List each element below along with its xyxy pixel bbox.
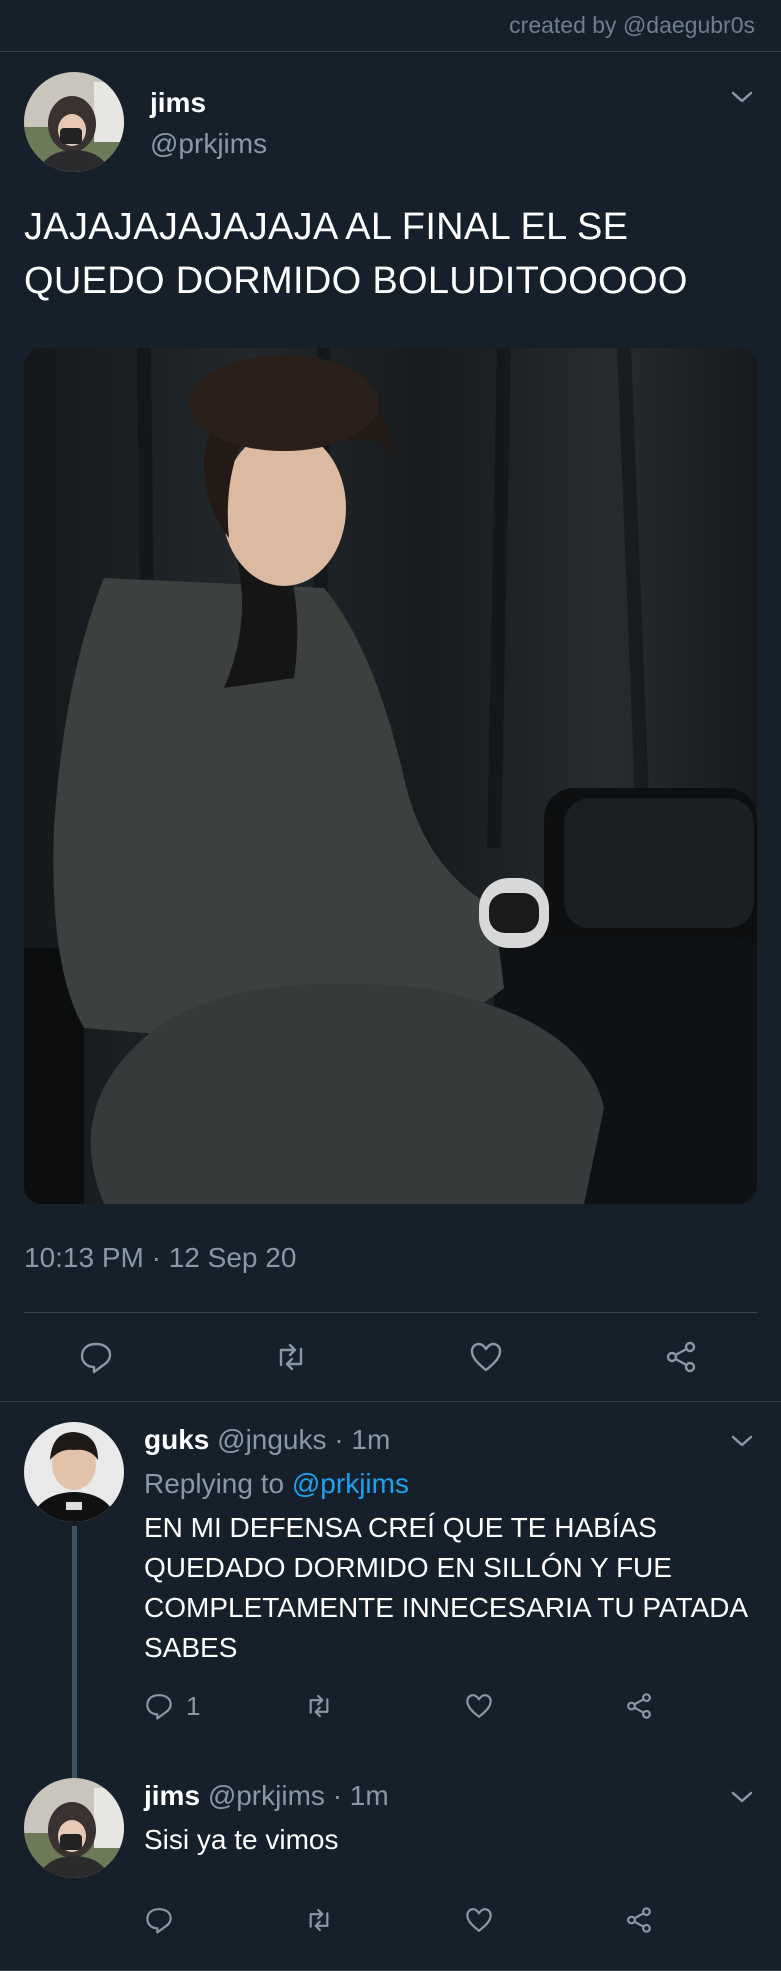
retweet-button[interactable] bbox=[304, 1905, 464, 1935]
reply-author-name[interactable]: guks bbox=[144, 1424, 209, 1455]
reply-author-handle[interactable]: @jnguks bbox=[217, 1424, 326, 1455]
reply-avatar-column bbox=[24, 1422, 124, 1804]
reply-button[interactable] bbox=[144, 1905, 304, 1935]
chevron-down-icon[interactable] bbox=[727, 1426, 757, 1456]
reply-content: jims @prkjims · 1m Sisi ya te vimos bbox=[144, 1778, 757, 1940]
like-heart-icon[interactable] bbox=[468, 1339, 504, 1375]
author-handle[interactable]: @prkjims bbox=[150, 124, 267, 164]
tweet-action-bar bbox=[24, 1313, 757, 1401]
share-icon[interactable] bbox=[663, 1339, 699, 1375]
author-avatar[interactable] bbox=[24, 72, 124, 172]
reply-author-avatar[interactable] bbox=[24, 1422, 124, 1522]
replying-mention-link[interactable]: @prkjims bbox=[292, 1468, 409, 1499]
reply-author-name[interactable]: jims bbox=[144, 1780, 200, 1811]
retweet-icon bbox=[309, 1908, 329, 1932]
reply-time: · 1m bbox=[332, 1780, 389, 1811]
reply-button[interactable]: 1 bbox=[144, 1691, 304, 1722]
share-button[interactable] bbox=[624, 1905, 654, 1935]
reply-avatar-column bbox=[24, 1778, 124, 1940]
retweet-button[interactable] bbox=[304, 1691, 464, 1721]
main-tweet: jims @prkjims JAJAJAJAJAJAJA AL FINAL EL… bbox=[0, 52, 781, 1401]
like-button[interactable] bbox=[464, 1691, 624, 1721]
reply-tweet[interactable]: guks @jnguks · 1m Replying to @prkjims E… bbox=[0, 1402, 781, 1804]
reply-time: · 1m bbox=[334, 1424, 391, 1455]
heart-icon bbox=[466, 1694, 492, 1718]
reply-text: EN MI DEFENSA CREÍ QUE TE HABÍAS QUEDADO… bbox=[144, 1512, 747, 1663]
replying-to: Replying to @prkjims bbox=[144, 1466, 757, 1502]
share-icon bbox=[627, 1907, 651, 1933]
reply-tweet[interactable]: jims @prkjims · 1m Sisi ya te vimos bbox=[0, 1726, 781, 1940]
heart-icon bbox=[466, 1908, 492, 1932]
share-button[interactable] bbox=[624, 1691, 654, 1721]
tweet-timestamp[interactable]: 10:13 PM · 12 Sep 20 bbox=[24, 1238, 757, 1278]
reply-action-bar: 1 bbox=[144, 1686, 757, 1726]
retweet-icon bbox=[309, 1694, 329, 1718]
credit-watermark: created by @daegubr0s bbox=[0, 0, 781, 52]
author-names: jims @prkjims bbox=[150, 72, 267, 164]
reply-header: guks @jnguks · 1m bbox=[144, 1422, 757, 1458]
reply-content: guks @jnguks · 1m Replying to @prkjims E… bbox=[144, 1422, 757, 1726]
tweet-author: jims @prkjims bbox=[24, 52, 757, 172]
reply-count: 1 bbox=[186, 1690, 201, 1721]
retweet-icon[interactable] bbox=[273, 1339, 309, 1375]
chevron-down-icon[interactable] bbox=[727, 82, 757, 112]
reply-text: Sisi ya te vimos bbox=[144, 1824, 339, 1855]
reply-icon bbox=[146, 1908, 172, 1934]
reply-icon bbox=[146, 1694, 172, 1720]
author-display-name[interactable]: jims bbox=[150, 86, 267, 120]
replying-prefix: Replying to bbox=[144, 1468, 285, 1499]
photo-illustration bbox=[24, 348, 757, 1204]
reply-action-bar bbox=[144, 1900, 757, 1940]
credit-text: created by @daegubr0s bbox=[509, 12, 755, 38]
reply-header: jims @prkjims · 1m bbox=[144, 1778, 757, 1814]
like-button[interactable] bbox=[464, 1905, 624, 1935]
reply-icon[interactable] bbox=[78, 1339, 114, 1375]
reply-author-avatar[interactable] bbox=[24, 1778, 124, 1878]
reply-author-handle[interactable]: @prkjims bbox=[208, 1780, 325, 1811]
share-icon bbox=[627, 1693, 651, 1719]
tweet-text: JAJAJAJAJAJAJA AL FINAL EL SE QUEDO DORM… bbox=[24, 206, 688, 302]
tweet-media-photo[interactable] bbox=[24, 348, 757, 1204]
chevron-down-icon[interactable] bbox=[727, 1782, 757, 1812]
